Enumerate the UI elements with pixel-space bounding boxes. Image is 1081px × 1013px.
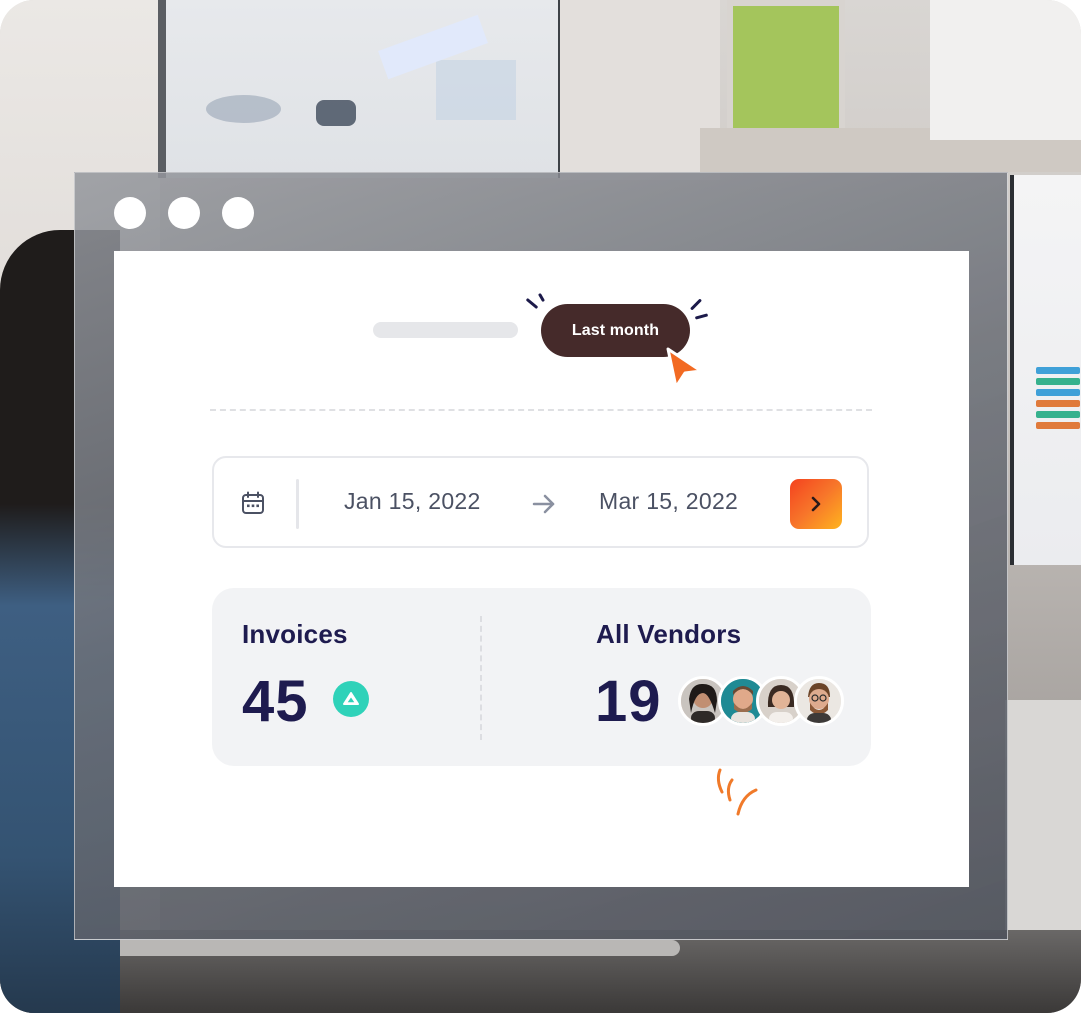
background-monitor <box>158 0 568 178</box>
next-range-button[interactable] <box>790 479 842 529</box>
arrow-right-icon <box>532 494 555 514</box>
invoices-label: Invoices <box>242 619 348 649</box>
click-spark <box>694 313 709 320</box>
click-spark <box>689 298 703 311</box>
period-toggle-track[interactable] <box>373 322 518 338</box>
background-chair <box>60 940 680 956</box>
vendors-label: All Vendors <box>596 619 742 649</box>
invoices-count: 45 <box>242 669 309 734</box>
start-date[interactable]: Jan 15, 2022 <box>344 488 481 515</box>
vendors-count: 19 <box>595 669 662 734</box>
section-divider <box>210 409 872 411</box>
background-desk <box>1005 700 1081 960</box>
background-moss-frame <box>727 0 845 140</box>
click-spark <box>525 297 539 310</box>
decorative-squiggle-icon <box>716 768 758 816</box>
dashboard-panel: Last month Jan 15, 2022 Mar 15, 2022 Inv… <box>114 251 969 887</box>
window-control-dot[interactable] <box>168 197 200 229</box>
calendar-icon[interactable] <box>241 491 265 515</box>
end-date[interactable]: Mar 15, 2022 <box>599 488 738 515</box>
stats-card: Invoices 45 All Vendors 19 <box>212 588 871 766</box>
background-window <box>930 0 1081 140</box>
mouse-cursor-icon <box>666 347 703 389</box>
stats-separator <box>480 616 482 740</box>
window-control-dot[interactable] <box>114 197 146 229</box>
date-range-picker[interactable]: Jan 15, 2022 Mar 15, 2022 <box>212 456 869 548</box>
vendor-avatar-group[interactable] <box>678 676 848 726</box>
click-spark <box>537 292 546 303</box>
background-scene: Last month Jan 15, 2022 Mar 15, 2022 Inv… <box>0 0 1081 1013</box>
date-range-separator <box>296 479 299 529</box>
background-monitor-right <box>1010 175 1081 565</box>
window-control-dot[interactable] <box>222 197 254 229</box>
background-wall-middle <box>560 0 720 180</box>
triangle-up-icon <box>343 692 359 705</box>
chevron-right-icon <box>811 496 821 512</box>
trend-up-badge <box>333 681 369 717</box>
avatar[interactable] <box>794 676 844 726</box>
